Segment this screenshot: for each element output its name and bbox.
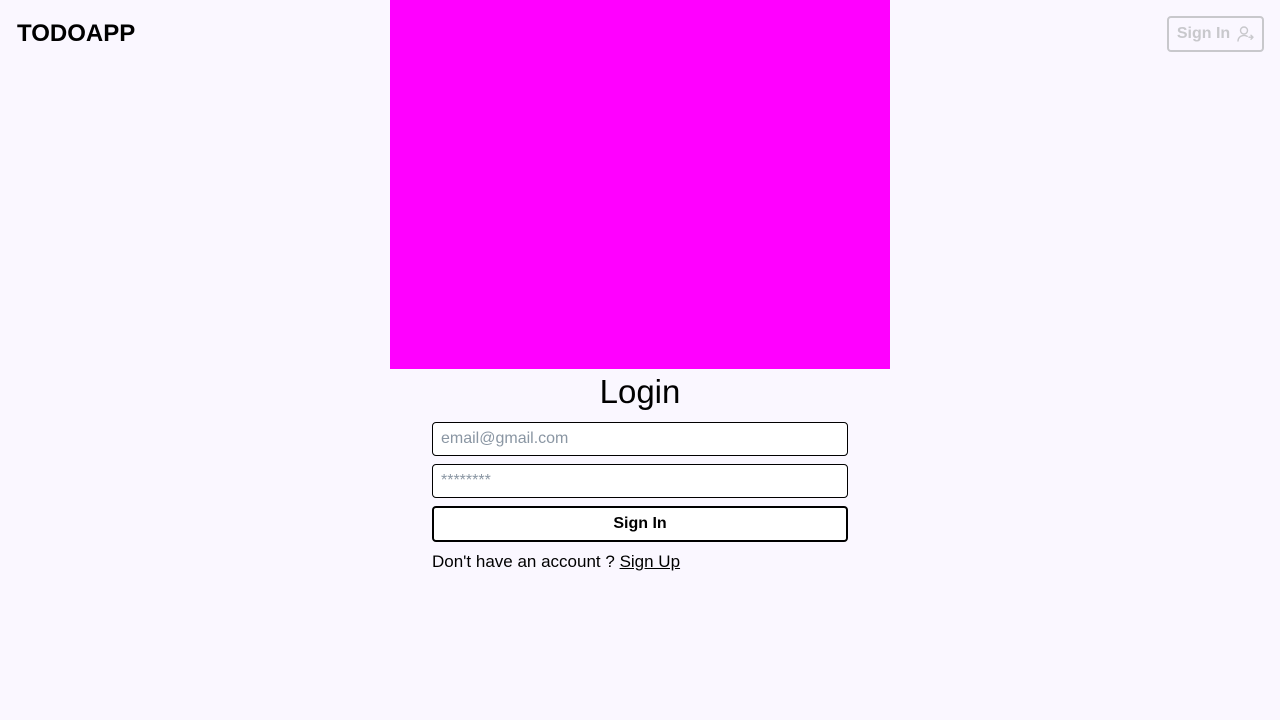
app-logo[interactable]: TODOAPP [17, 20, 135, 48]
sign-up-link[interactable]: Sign Up [620, 552, 680, 571]
sign-in-submit-button[interactable]: Sign In [432, 506, 848, 542]
user-plus-icon [1236, 25, 1254, 43]
header-sign-in-label: Sign In [1176, 25, 1231, 42]
hero-image-placeholder [390, 0, 890, 369]
signup-prompt-row: Don't have an account ? Sign Up [432, 552, 680, 572]
email-input[interactable] [432, 422, 848, 456]
login-page: TODOAPP Sign In Login Sign In Don't have… [0, 0, 1280, 720]
login-title: Login [599, 373, 681, 410]
signup-prompt-text: Don't have an account ? [432, 552, 615, 571]
password-input[interactable] [432, 464, 848, 498]
header-sign-in-button[interactable]: Sign In [1167, 16, 1264, 52]
